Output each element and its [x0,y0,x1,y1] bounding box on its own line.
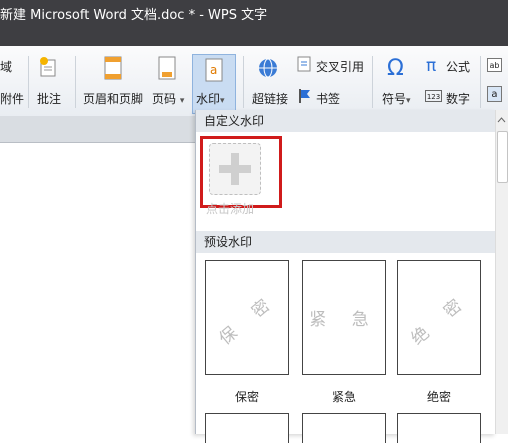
comment-button[interactable]: 批注 [37,90,61,107]
page-number-icon [157,56,177,80]
hyperlink-icon [258,56,280,80]
watermark-dropdown: 自定义水印 点击添加 预设水印 保 密 保密 紧 急 紧急 绝 密 绝密 [195,110,496,443]
cross-ref-button[interactable]: 交叉引用 [316,58,364,75]
watermark-button[interactable]: a 水印▾ [192,54,236,114]
symbol-icon: Ω [387,56,404,81]
header-footer-icon [103,56,123,80]
preset-watermark-text: 紧 急 [309,310,379,330]
formula-button[interactable]: 公式 [446,58,470,75]
preset-watermark-text: 绝 密 [407,289,474,350]
preset-label: 紧急 [331,390,356,404]
cross-ref-icon [296,56,312,72]
preset-card-confidential[interactable]: 保 密 [205,260,289,375]
symbol-button[interactable]: 符号▾ [382,90,411,107]
window-title: 新建 Microsoft Word 文档.doc * - WPS 文字 [0,8,268,23]
art-text-icon[interactable]: a [487,86,502,102]
preset-card-urgent[interactable]: 紧 急 [302,260,386,375]
scrollbar-thumb[interactable] [497,131,508,183]
formula-icon: π [426,56,437,76]
plus-icon [217,151,253,187]
preset-card-top-secret[interactable]: 绝 密 [397,260,481,375]
title-bar: 新建 Microsoft Word 文档.doc * - WPS 文字 [0,0,508,46]
watermark-icon: a [204,58,224,82]
header-footer-button[interactable]: 页眉和页脚 [83,90,143,107]
page-number-button[interactable]: 页码 ▾ [152,90,184,107]
scroll-up-icon[interactable] [497,114,506,124]
bookmark-button[interactable]: 书签 [316,90,340,107]
ruler-strip [0,116,195,143]
preset-label: 保密 [234,390,259,404]
preset-card[interactable] [302,413,386,443]
custom-watermark-header: 自定义水印 [196,110,496,132]
number-button[interactable]: 数字 [446,90,470,107]
preset-watermark-text: 保 密 [215,289,282,350]
bookmark-icon [297,88,311,104]
number-icon: 123 [425,90,442,102]
comment-icon [38,56,58,78]
svg-text:a: a [210,63,217,77]
preset-label: 绝密 [426,390,451,404]
preset-card[interactable] [397,413,481,443]
ribbon-partial-label[interactable]: 域 [0,58,12,75]
ribbon-toolbar: 域 附件 批注 页眉和页脚 页码 ▾ a 水印▾ 超链接 交叉引用 书签 Ω 符… [0,46,508,117]
textbox-icon[interactable]: ab [487,58,502,72]
add-watermark-button[interactable] [209,143,261,195]
preset-card[interactable] [205,413,289,443]
attachment-button[interactable]: 附件 [0,90,24,107]
document-canvas[interactable] [0,143,195,434]
add-watermark-label: 点击添加 [206,202,255,216]
hyperlink-button[interactable]: 超链接 [252,90,288,107]
